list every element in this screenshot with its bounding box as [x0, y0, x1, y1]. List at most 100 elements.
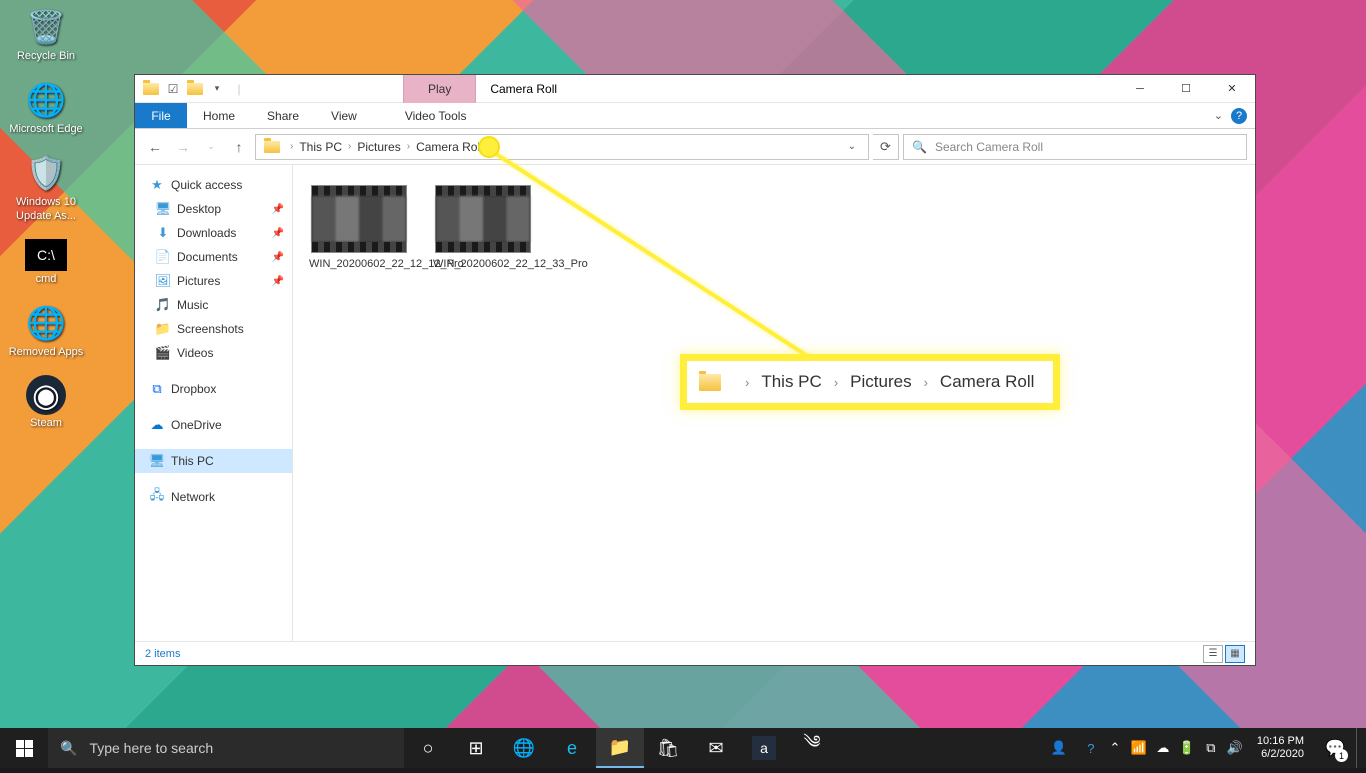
callout-segment: Pictures — [850, 372, 911, 392]
desktop-icon-edge[interactable]: 🌐Microsoft Edge — [6, 79, 86, 136]
star-icon: ★ — [149, 177, 165, 193]
icons-view-button[interactable]: ▦ — [1225, 645, 1245, 663]
taskbar-mail[interactable]: ✉ — [692, 728, 740, 768]
taskbar-amazon[interactable]: a — [752, 736, 776, 760]
chevron-right-icon[interactable]: › — [290, 141, 293, 152]
show-desktop-button[interactable] — [1356, 728, 1362, 768]
onedrive-icon: ☁ — [149, 417, 165, 433]
taskbar-ie[interactable]: e — [548, 728, 596, 768]
desktop-icon-steam[interactable]: ◉Steam — [6, 375, 86, 430]
details-view-button[interactable]: ☰ — [1203, 645, 1223, 663]
nav-documents[interactable]: 📄Documents📌 — [135, 245, 292, 269]
nav-network[interactable]: 🖧Network — [135, 485, 292, 509]
pin-icon: 📌 — [272, 228, 284, 239]
folder-icon — [264, 141, 280, 153]
properties-icon[interactable]: ☑ — [165, 81, 181, 97]
divider: | — [231, 81, 247, 97]
help-icon[interactable]: ? — [1231, 108, 1247, 124]
breadcrumb-this-pc[interactable]: This PC — [299, 140, 342, 154]
nav-pictures[interactable]: 🖼Pictures📌 — [135, 269, 292, 293]
dropbox-tray-icon[interactable]: ⧉ — [1199, 728, 1223, 768]
back-button[interactable]: ← — [143, 135, 167, 159]
chevron-right-icon: › — [924, 375, 928, 390]
nav-music[interactable]: 🎵Music — [135, 293, 292, 317]
up-button[interactable]: ↑ — [227, 135, 251, 159]
action-center-button[interactable]: 💬1 — [1314, 728, 1356, 768]
taskbar-clock[interactable]: 10:16 PM6/2/2020 — [1247, 735, 1314, 761]
nav-quick-access[interactable]: ★Quick access — [135, 173, 292, 197]
ribbon-video-tools-tab[interactable]: Video Tools — [389, 103, 483, 128]
pin-icon: 📌 — [272, 204, 284, 215]
nav-this-pc[interactable]: 🖥This PC — [135, 449, 292, 473]
ribbon-file-tab[interactable]: File — [135, 103, 187, 128]
video-tools-contextual-tab[interactable]: Play — [403, 75, 476, 103]
video-thumbnail — [311, 185, 407, 253]
ribbon: File Home Share View Video Tools ⌄ ? — [135, 103, 1255, 129]
task-view-button[interactable]: ⊞ — [452, 728, 500, 768]
forward-button[interactable]: → — [171, 135, 195, 159]
videos-icon: 🎬 — [155, 345, 171, 361]
new-folder-icon[interactable] — [187, 81, 203, 97]
chevron-right-icon[interactable]: › — [348, 141, 351, 152]
close-button[interactable]: ✕ — [1209, 75, 1255, 103]
chevron-down-icon[interactable]: ⌄ — [1214, 109, 1223, 122]
battery-icon[interactable]: 🔋 — [1175, 728, 1199, 768]
volume-icon[interactable]: 🔊 — [1223, 728, 1247, 768]
folder-icon[interactable] — [143, 81, 159, 97]
refresh-button[interactable]: ⟳ — [873, 134, 899, 160]
taskbar-explorer[interactable]: 📁 — [596, 728, 644, 768]
tray-overflow-icon[interactable]: ⌃ — [1103, 728, 1127, 768]
chevron-right-icon: › — [745, 375, 749, 390]
taskbar-store[interactable]: 🛍 — [644, 728, 692, 768]
file-item-video[interactable]: WIN_20200602_22_12_12_Pro — [307, 185, 411, 271]
taskbar-app[interactable]: ༄ — [788, 728, 836, 768]
qat-dropdown-icon[interactable]: ▾ — [209, 81, 225, 97]
taskbar-edge[interactable]: 🌐 — [500, 728, 548, 768]
downloads-icon: ⬇ — [155, 225, 171, 241]
desktop-icon-label: Microsoft Edge — [9, 123, 82, 136]
search-icon: 🔍 — [912, 140, 927, 154]
breadcrumb-camera-roll[interactable]: Camera Roll — [416, 140, 483, 154]
titlebar[interactable]: ☑ ▾ | Play Camera Roll ─ ☐ ✕ — [135, 75, 1255, 103]
taskbar-search[interactable]: 🔍Type here to search — [48, 728, 404, 768]
help-tray-icon[interactable]: ? — [1079, 728, 1103, 768]
nav-screenshots[interactable]: 📁Screenshots — [135, 317, 292, 341]
notification-badge: 1 — [1335, 749, 1348, 762]
system-tray: 👤 ? ⌃ 📶 ☁ 🔋 ⧉ 🔊 10:16 PM6/2/2020 💬1 — [1039, 728, 1366, 768]
pin-icon: 📌 — [272, 252, 284, 263]
breadcrumb-pictures[interactable]: Pictures — [357, 140, 400, 154]
people-icon[interactable]: 👤 — [1039, 728, 1079, 768]
breadcrumb-dropdown[interactable]: ⌄ — [840, 141, 864, 152]
maximize-button[interactable]: ☐ — [1163, 75, 1209, 103]
nav-downloads[interactable]: ⬇Downloads📌 — [135, 221, 292, 245]
start-button[interactable] — [0, 728, 48, 768]
desktop-icon-recycle-bin[interactable]: 🗑️Recycle Bin — [6, 6, 86, 63]
breadcrumb-bar[interactable]: › This PC › Pictures › Camera Roll ⌄ — [255, 134, 869, 160]
search-input[interactable]: 🔍 Search Camera Roll — [903, 134, 1247, 160]
folder-icon — [699, 374, 721, 391]
nav-onedrive[interactable]: ☁OneDrive — [135, 413, 292, 437]
minimize-button[interactable]: ─ — [1117, 75, 1163, 103]
recent-locations-dropdown[interactable]: ⌄ — [199, 135, 223, 159]
desktop-icon-cmd[interactable]: C:\cmd — [6, 239, 86, 286]
this-pc-icon: 🖥 — [149, 453, 165, 469]
navigation-pane: ★Quick access 🖥Desktop📌 ⬇Downloads📌 📄Doc… — [135, 165, 293, 641]
shield-icon: 🛡️ — [25, 152, 67, 194]
desktop-icon-label: Recycle Bin — [17, 50, 75, 63]
cortana-button[interactable]: ○ — [404, 728, 452, 768]
ribbon-home-tab[interactable]: Home — [187, 103, 251, 128]
wifi-icon[interactable]: 📶 — [1127, 728, 1151, 768]
desktop-icon-removed-apps[interactable]: 🌐Removed Apps — [6, 302, 86, 359]
chevron-right-icon[interactable]: › — [407, 141, 410, 152]
onedrive-tray-icon[interactable]: ☁ — [1151, 728, 1175, 768]
file-item-video[interactable]: WIN_20200602_22_12_33_Pro — [431, 185, 535, 271]
nav-videos[interactable]: 🎬Videos — [135, 341, 292, 365]
callout-segment: Camera Roll — [940, 372, 1034, 392]
file-label: WIN_20200602_22_12_33_Pro — [433, 257, 533, 271]
nav-desktop[interactable]: 🖥Desktop📌 — [135, 197, 292, 221]
nav-dropbox[interactable]: ⧉Dropbox — [135, 377, 292, 401]
ribbon-view-tab[interactable]: View — [315, 103, 373, 128]
status-bar: 2 items ☰ ▦ — [135, 641, 1255, 665]
desktop-icon-update-assistant[interactable]: 🛡️Windows 10 Update As... — [6, 152, 86, 222]
ribbon-share-tab[interactable]: Share — [251, 103, 315, 128]
